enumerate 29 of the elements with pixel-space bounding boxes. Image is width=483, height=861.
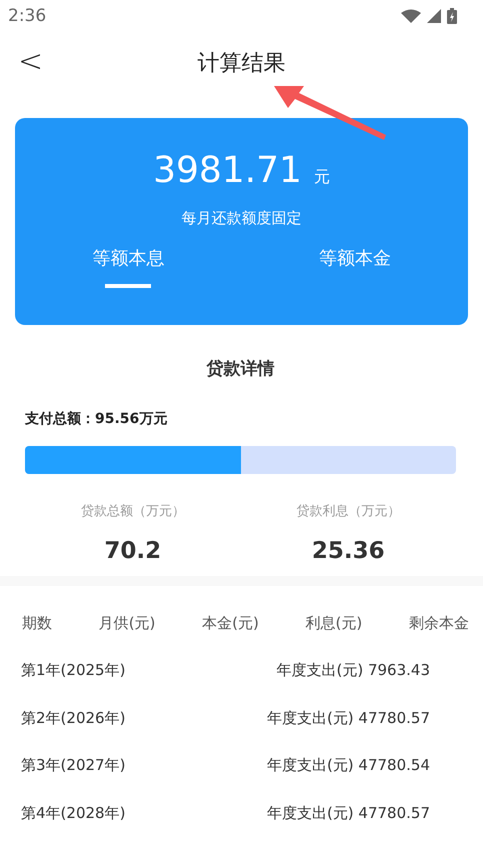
table-cell: 年度支出(元) 47780.57: [266, 708, 430, 728]
monthly-amount: 3981.71: [153, 150, 302, 191]
column-header: 本金(元): [202, 614, 259, 633]
table-cell: 第2年(2026年): [21, 708, 126, 728]
back-button[interactable]: <: [12, 44, 50, 79]
total-payment: 支付总额：95.56万元: [25, 410, 168, 428]
column-header: 期数: [22, 614, 52, 633]
column-header: 利息(元): [306, 614, 362, 633]
section-title: 贷款详情: [206, 358, 274, 380]
page-title: 计算结果: [198, 50, 286, 78]
payment-note: 每月还款额度固定: [182, 209, 302, 228]
table-cell: 第1年(2025年): [21, 661, 126, 680]
method-tab[interactable]: 等额本金: [242, 240, 468, 288]
table-cell: 第3年(2027年): [21, 756, 126, 776]
wifi-icon: [401, 9, 421, 23]
table-cell: 年度支出(元) 47780.57: [266, 804, 430, 823]
table-cell: 年度支出(元) 47780.54: [266, 756, 430, 776]
status-time: 2:36: [8, 6, 46, 26]
stat-label: 贷款总额（万元）: [80, 503, 185, 520]
amount-unit: 元: [314, 167, 330, 188]
signal-icon: [427, 9, 441, 23]
battery-icon: [447, 8, 457, 24]
stat-label: 贷款利息（万元）: [296, 503, 400, 520]
stat-value: 70.2: [104, 538, 162, 564]
table-cell: 第4年(2028年): [21, 804, 126, 823]
column-header: 月供(元): [98, 614, 156, 633]
table-cell: 年度支出(元) 7963.43: [276, 661, 430, 680]
stat-value: 25.36: [312, 538, 385, 564]
column-header: 剩余本金: [408, 614, 469, 633]
